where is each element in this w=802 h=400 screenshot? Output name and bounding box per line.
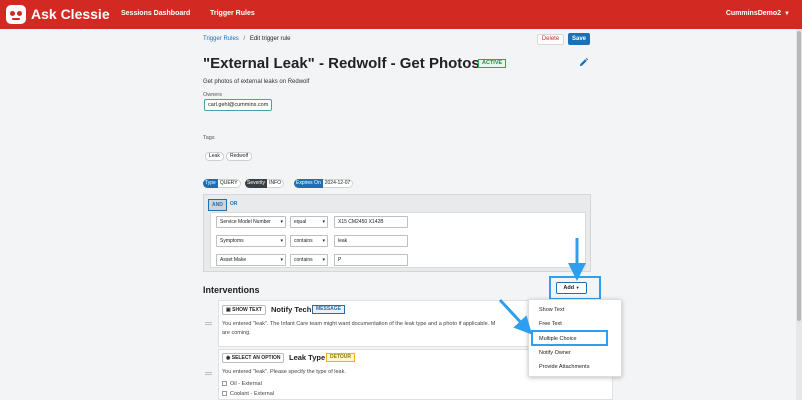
condition-field-value: Symptoms	[220, 238, 244, 244]
highlight-box-multiple-choice	[531, 330, 608, 346]
and-or-toggle[interactable]: AND OR	[208, 199, 241, 211]
account-menu[interactable]: CumminsDemo2 ▼	[726, 10, 790, 17]
tags-label: Tags	[203, 135, 215, 141]
expires-key: Expires On	[294, 179, 323, 188]
page-scrollbar[interactable]	[796, 29, 802, 400]
clessie-logo-icon[interactable]	[6, 5, 26, 24]
top-navbar: Ask Clessie Sessions Dashboard Trigger R…	[0, 0, 802, 29]
condition-operator-select[interactable]: contains ▾	[290, 235, 328, 247]
owners-label: Owners	[203, 92, 222, 98]
condition-value-input[interactable]: leak	[334, 235, 408, 247]
account-name: CumminsDemo2	[725, 10, 782, 17]
card-type-label: SELECT AN OPTION	[231, 355, 281, 361]
chevron-down-icon: ▼	[784, 11, 790, 17]
menu-item-notify-owner[interactable]: Notify Owner	[539, 350, 571, 356]
card-type-badge: ◉ SELECT AN OPTION	[222, 353, 285, 363]
chevron-down-icon: ▾	[322, 219, 325, 225]
card-type-label: SHOW TEXT	[232, 307, 262, 313]
drag-handle-icon[interactable]	[205, 322, 212, 325]
drag-handle-icon[interactable]	[205, 372, 212, 375]
breadcrumb-trigger-rules-link[interactable]: Trigger Rules	[203, 36, 239, 42]
nav-sessions-dashboard[interactable]: Sessions Dashboard	[121, 10, 190, 17]
severity-value: INFO	[267, 179, 285, 188]
card-kind-badge: MESSAGE	[312, 305, 346, 314]
menu-item-free-text[interactable]: Free Text	[539, 321, 562, 327]
tag-chip[interactable]: Leak	[205, 152, 224, 161]
type-pill: Type QUERY	[203, 179, 241, 188]
severity-pill: Severity INFO	[245, 179, 285, 188]
and-toggle[interactable]: AND	[208, 199, 227, 211]
type-key: Type	[203, 179, 218, 188]
condition-operator-value: contains	[294, 238, 313, 244]
condition-operator-select[interactable]: contains ▾	[290, 254, 328, 266]
option-label: Oil - External	[230, 381, 262, 387]
breadcrumb-separator: /	[243, 36, 246, 42]
nav-trigger-rules[interactable]: Trigger Rules	[210, 10, 255, 17]
chevron-down-icon: ▾	[280, 238, 283, 244]
option-label: Coolant - External	[230, 391, 275, 397]
chevron-down-icon: ▾	[322, 257, 325, 263]
severity-key: Severity	[245, 179, 268, 188]
condition-field-select[interactable]: Asset Make ▾	[216, 254, 286, 266]
condition-operator-value: contains	[294, 257, 313, 263]
highlight-box-add	[549, 276, 601, 300]
card-type-badge: ▣ SHOW TEXT	[222, 305, 266, 315]
chevron-down-icon: ▾	[280, 257, 283, 263]
expires-pill: Expires On 2024-12-07	[294, 179, 354, 188]
condition-operator-value: equal	[294, 219, 307, 225]
owner-chip[interactable]: carl.gehl@cummins.com	[204, 99, 273, 111]
interventions-heading: Interventions	[203, 285, 260, 295]
type-value: QUERY	[217, 179, 241, 188]
chevron-down-icon: ▾	[280, 219, 283, 225]
expires-value: 2024-12-07	[322, 179, 354, 188]
save-button[interactable]: Save	[568, 33, 590, 45]
condition-field-select[interactable]: Service Model Number ▾	[216, 216, 286, 228]
condition-operator-select[interactable]: equal ▾	[290, 216, 328, 228]
card-title: Leak Type	[289, 353, 326, 362]
chevron-down-icon: ▾	[322, 238, 325, 244]
card-title: Notify Tech	[271, 305, 312, 314]
scrollbar-thumb[interactable]	[797, 31, 801, 321]
card-text: You entered "leak". The Infant Care team…	[222, 321, 496, 327]
checkbox-icon[interactable]	[222, 381, 227, 387]
brand-name[interactable]: Ask Clessie	[31, 6, 110, 22]
delete-button[interactable]: Delete	[537, 34, 564, 45]
menu-item-show-text[interactable]: Show Text	[539, 307, 564, 313]
checkbox-icon[interactable]	[222, 391, 227, 397]
condition-field-value: Asset Make	[220, 257, 247, 263]
condition-field-select[interactable]: Symptoms ▾	[216, 235, 286, 247]
menu-item-provide-attachments[interactable]: Provide Attachments	[539, 364, 589, 370]
condition-value-input[interactable]: P	[334, 254, 408, 266]
breadcrumb-current: Edit trigger rule	[249, 36, 291, 42]
card-text: You entered "leak". Please specify the t…	[222, 369, 346, 375]
breadcrumb: Trigger Rules / Edit trigger rule	[203, 36, 291, 42]
pencil-edit-icon[interactable]	[578, 57, 589, 68]
page-title: "External Leak" - Redwolf - Get Photos	[203, 55, 480, 72]
card-text-continued: are coming.	[222, 330, 251, 336]
rule-description: Get photos of external leaks on Redwolf	[203, 79, 310, 85]
tag-chip[interactable]: Redwolf	[226, 152, 253, 161]
condition-value-input[interactable]: X15 CM2450 X142B	[334, 216, 408, 228]
card-kind-badge: DETOUR	[326, 353, 356, 362]
condition-field-value: Service Model Number	[220, 219, 271, 225]
status-badge: ACTIVE	[478, 59, 507, 68]
or-toggle[interactable]: OR	[226, 199, 241, 211]
option-row[interactable]: Oil - External	[222, 381, 262, 387]
option-row[interactable]: Coolant - External	[222, 391, 274, 397]
